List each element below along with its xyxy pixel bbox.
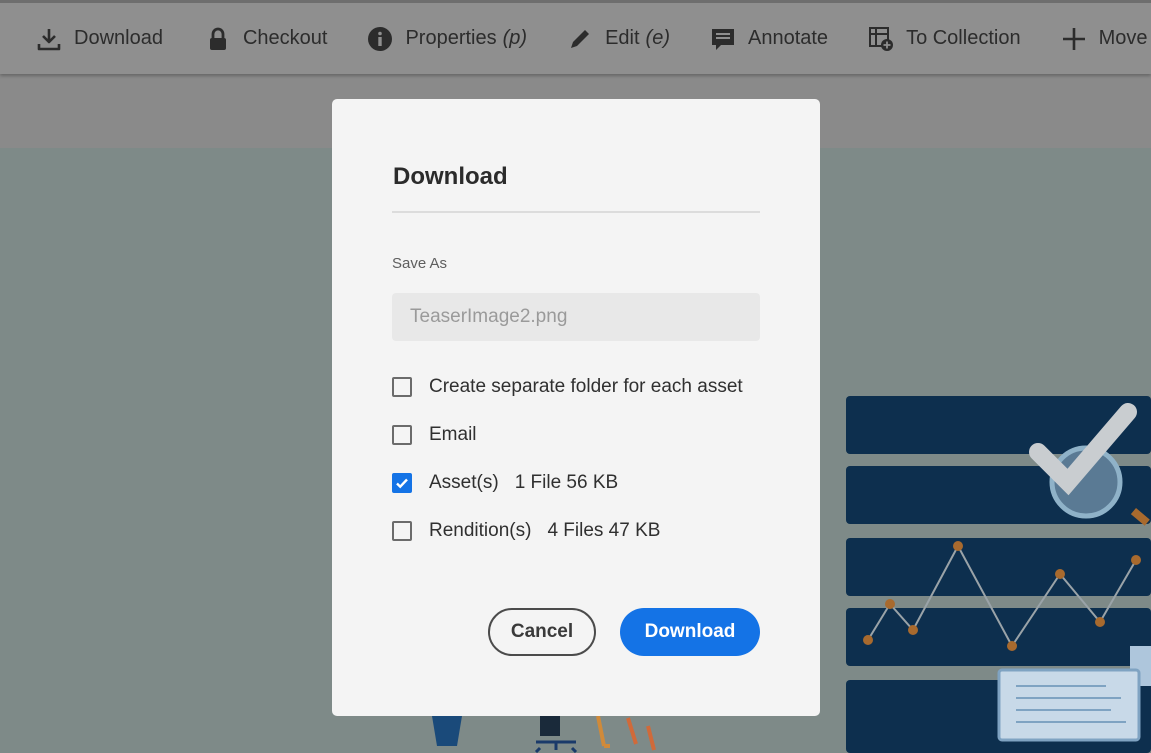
pencil-icon	[571, 29, 590, 48]
assets-checkbox[interactable]	[392, 473, 412, 493]
toolbar-download-button[interactable]: Download	[36, 3, 163, 74]
separate-folder-checkbox[interactable]	[392, 377, 412, 397]
download-dialog: Download Save As Create separate folder …	[332, 99, 820, 716]
toolbar-to-collection-label: To Collection	[906, 27, 1021, 49]
renditions-checkbox[interactable]	[392, 521, 412, 541]
toolbar-checkout-label: Checkout	[242, 27, 328, 49]
save-as-label: Save As	[392, 255, 448, 272]
toolbar-edit-shortcut: (e)	[645, 27, 670, 49]
option-email[interactable]: Email	[392, 423, 477, 447]
dialog-title: Download	[393, 163, 508, 190]
separate-folder-label: Create separate folder for each asset	[429, 376, 743, 397]
toolbar-properties-shortcut: (p)	[502, 27, 528, 49]
move-icon	[1062, 27, 1085, 50]
add-to-collection-icon	[869, 26, 894, 51]
option-renditions[interactable]: Rendition(s) 4 Files 47 KB	[392, 519, 660, 543]
toolbar-move-label: Move	[1098, 27, 1148, 49]
info-icon	[368, 26, 393, 51]
toolbar-move-button[interactable]: Move (m	[1061, 3, 1151, 74]
comment-icon	[711, 28, 734, 50]
toolbar-properties-label: Properties	[405, 27, 497, 49]
download-icon	[37, 28, 61, 50]
toolbar-checkout-button[interactable]: Checkout	[205, 3, 328, 74]
dialog-divider	[392, 211, 760, 213]
checkmark-icon	[396, 478, 408, 489]
toolbar-annotate-button[interactable]: Annotate	[710, 3, 828, 74]
toolbar-edit-label: Edit	[605, 27, 640, 49]
toolbar-to-collection-button[interactable]: To Collection	[868, 3, 1021, 74]
action-toolbar: Download Checkout Properties (p) Edit (e…	[0, 0, 1151, 74]
assets-label: Asset(s)	[429, 472, 499, 493]
assets-size-info: 1 File 56 KB	[514, 472, 619, 493]
email-checkbox[interactable]	[392, 425, 412, 445]
email-label: Email	[429, 424, 477, 445]
download-button[interactable]: Download	[620, 608, 760, 656]
cancel-button[interactable]: Cancel	[488, 608, 596, 656]
option-assets[interactable]: Asset(s) 1 File 56 KB	[392, 471, 618, 495]
renditions-label: Rendition(s)	[429, 520, 532, 541]
renditions-size-info: 4 Files 47 KB	[547, 520, 661, 541]
save-as-field[interactable]	[392, 293, 760, 341]
option-separate-folder[interactable]: Create separate folder for each asset	[392, 375, 743, 399]
toolbar-edit-button[interactable]: Edit (e)	[567, 3, 670, 74]
lock-icon	[209, 27, 226, 50]
toolbar-properties-button[interactable]: Properties (p)	[367, 3, 527, 74]
toolbar-download-label: Download	[74, 27, 163, 49]
asset-preview-illustration	[846, 396, 1151, 753]
toolbar-annotate-label: Annotate	[747, 27, 829, 49]
